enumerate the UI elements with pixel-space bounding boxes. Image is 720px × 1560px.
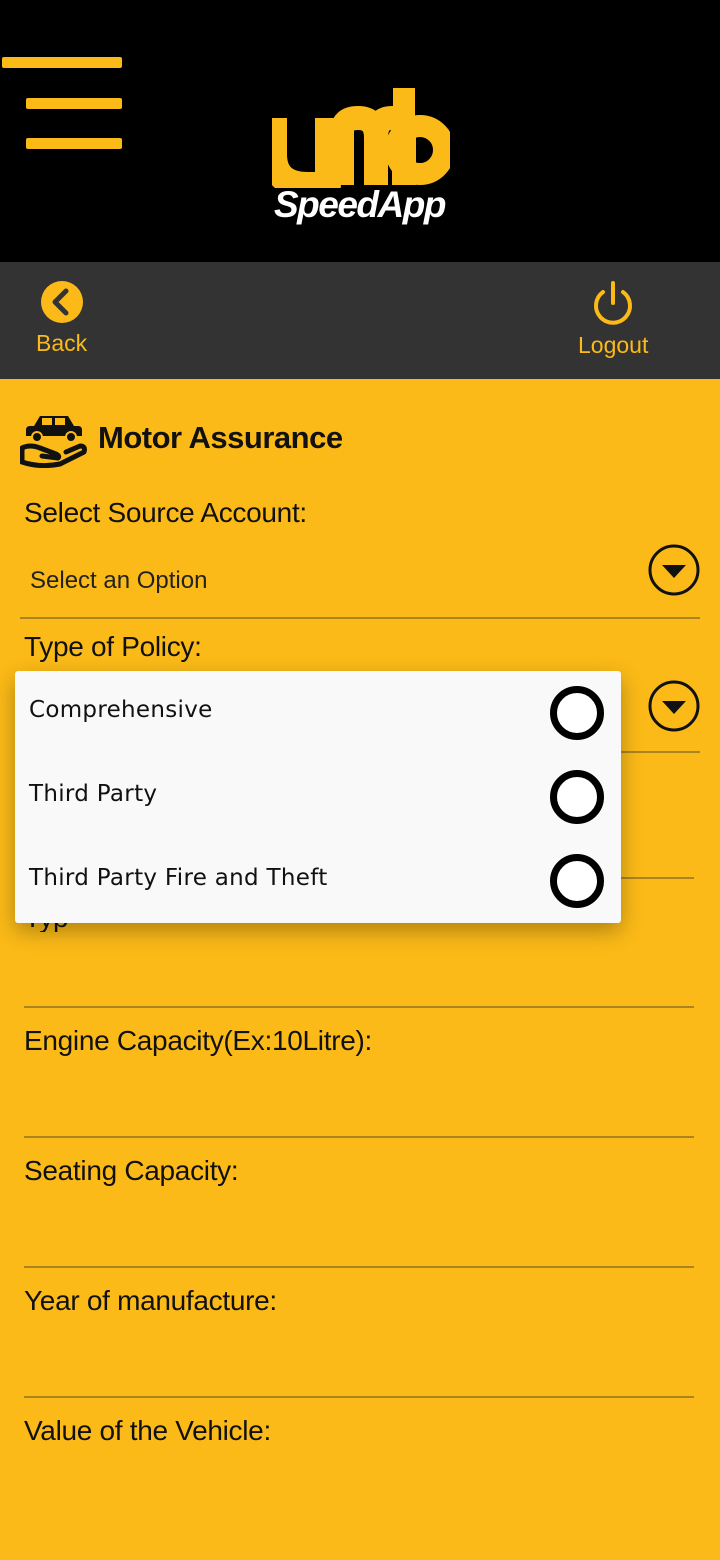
radio-button[interactable] xyxy=(550,854,604,908)
year-of-manufacture-input[interactable] xyxy=(24,1396,694,1398)
nav-bar: Back Logout xyxy=(0,262,720,379)
seating-capacity-input[interactable] xyxy=(24,1266,694,1268)
car-in-hand-icon xyxy=(20,416,87,468)
source-account-label: Select Source Account: xyxy=(24,497,307,528)
engine-capacity-label: Engine Capacity(Ex:10Litre): xyxy=(24,1025,372,1056)
policy-option-third-party-fire-theft[interactable]: Third Party Fire and Theft xyxy=(15,839,621,923)
chevron-left-circle-icon xyxy=(40,281,83,323)
logo-wordmark: SpeedApp xyxy=(274,184,446,225)
umb-logo-mark xyxy=(272,88,450,188)
vehicle-value-label: Value of the Vehicle: xyxy=(24,1415,271,1446)
hamburger-menu-icon[interactable] xyxy=(0,52,126,152)
radio-button[interactable] xyxy=(550,686,604,740)
power-icon xyxy=(594,281,633,325)
app-header: SpeedApp xyxy=(0,0,720,262)
policy-type-label: Type of Policy: xyxy=(24,631,202,662)
engine-capacity-input[interactable] xyxy=(24,1136,694,1138)
hidden-field-underline xyxy=(620,877,694,879)
chevron-down-icon[interactable] xyxy=(647,543,701,597)
policy-type-dropdown: Comprehensive Third Party Third Party Fi… xyxy=(15,671,621,923)
option-label: Third Party Fire and Theft xyxy=(29,865,328,891)
logout-button[interactable]: Logout xyxy=(578,280,648,359)
back-label: Back xyxy=(36,330,88,356)
hidden-field-input-underline[interactable] xyxy=(24,1006,694,1008)
umb-logo: SpeedApp xyxy=(272,88,450,228)
seating-capacity-label: Seating Capacity: xyxy=(24,1155,239,1186)
logout-label: Logout xyxy=(578,332,649,358)
page-title: Motor Assurance xyxy=(98,420,343,455)
year-of-manufacture-label: Year of manufacture: xyxy=(24,1285,277,1316)
policy-option-third-party[interactable]: Third Party xyxy=(15,755,621,839)
source-account-underline xyxy=(20,617,700,619)
option-label: Third Party xyxy=(29,781,158,807)
chevron-down-icon[interactable] xyxy=(647,679,701,733)
source-account-select[interactable]: Select an Option xyxy=(30,567,207,595)
page-header: Motor Assurance xyxy=(20,408,343,468)
option-label: Comprehensive xyxy=(29,697,213,723)
policy-option-comprehensive[interactable]: Comprehensive xyxy=(15,671,621,755)
back-button[interactable]: Back xyxy=(36,280,87,357)
radio-button[interactable] xyxy=(550,770,604,824)
